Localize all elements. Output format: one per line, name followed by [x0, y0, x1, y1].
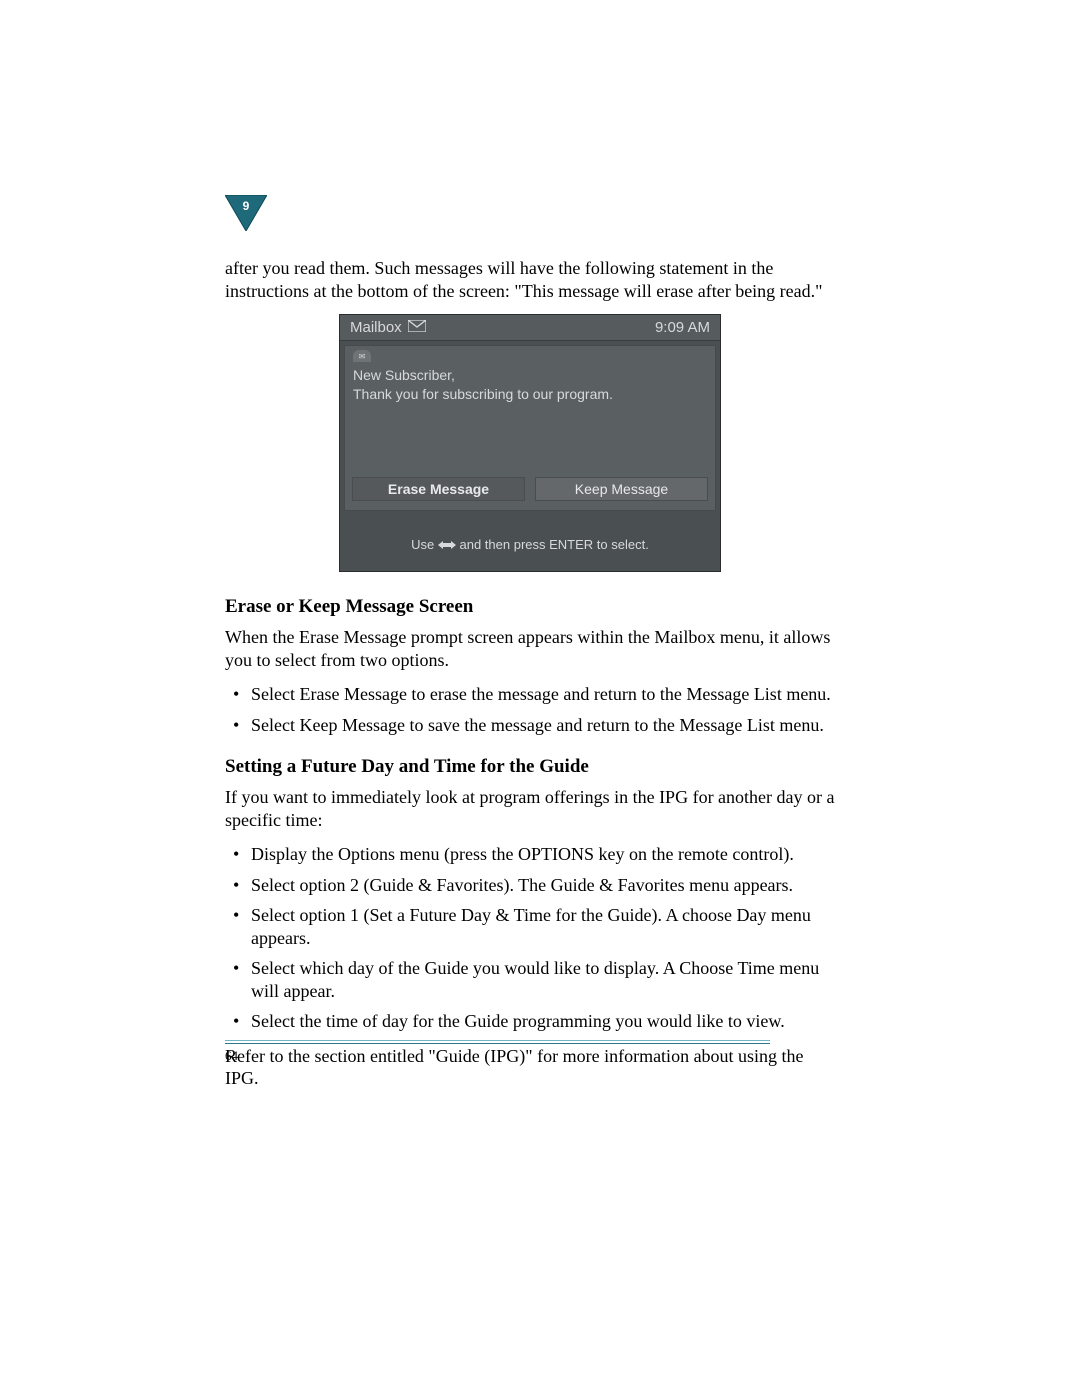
message-line-2: Thank you for subscribing to our program… [353, 385, 707, 404]
page-number: 64 [225, 1048, 238, 1064]
mailbox-header: Mailbox 9:09 AM [340, 315, 720, 341]
mailbox-time: 9:09 AM [655, 319, 710, 336]
section1-paragraph: When the Erase Message prompt screen app… [225, 626, 835, 671]
list-item: Select option 1 (Set a Future Day & Time… [225, 904, 835, 949]
chapter-marker: 9 [225, 195, 267, 231]
chapter-number: 9 [225, 199, 267, 213]
message-tab-icon: ✉ [353, 350, 371, 362]
mailbox-footer-hint: Use and then press ENTER to select. [340, 509, 720, 571]
section1-bullets: Select Erase Message to erase the messag… [225, 683, 835, 736]
list-item: Select which day of the Guide you would … [225, 957, 835, 1002]
message-line-1: New Subscriber, [353, 366, 707, 385]
section-heading-future-day: Setting a Future Day and Time for the Gu… [225, 756, 835, 778]
keep-message-button[interactable]: Keep Message [535, 477, 708, 501]
section2-closing: Refer to the section entitled "Guide (IP… [225, 1045, 835, 1090]
list-item: Select Erase Message to erase the messag… [225, 683, 835, 706]
mailbox-screenshot: Mailbox 9:09 AM ✉ New Subscriber, Thank … [339, 314, 721, 572]
list-item: Select Keep Message to save the message … [225, 714, 835, 737]
left-right-arrow-icon [438, 538, 456, 553]
mail-icon [408, 319, 426, 336]
list-item: Select the time of day for the Guide pro… [225, 1010, 835, 1033]
section-heading-erase-keep: Erase or Keep Message Screen [225, 596, 835, 618]
list-item: Display the Options menu (press the OPTI… [225, 843, 835, 866]
section2-bullets: Display the Options menu (press the OPTI… [225, 843, 835, 1033]
section2-paragraph: If you want to immediately look at progr… [225, 786, 835, 831]
list-item: Select option 2 (Guide & Favorites). The… [225, 874, 835, 897]
erase-message-button[interactable]: Erase Message [352, 477, 525, 501]
mailbox-title: Mailbox [350, 319, 402, 336]
footer-rule [225, 1040, 770, 1044]
intro-paragraph: after you read them. Such messages will … [225, 257, 835, 302]
